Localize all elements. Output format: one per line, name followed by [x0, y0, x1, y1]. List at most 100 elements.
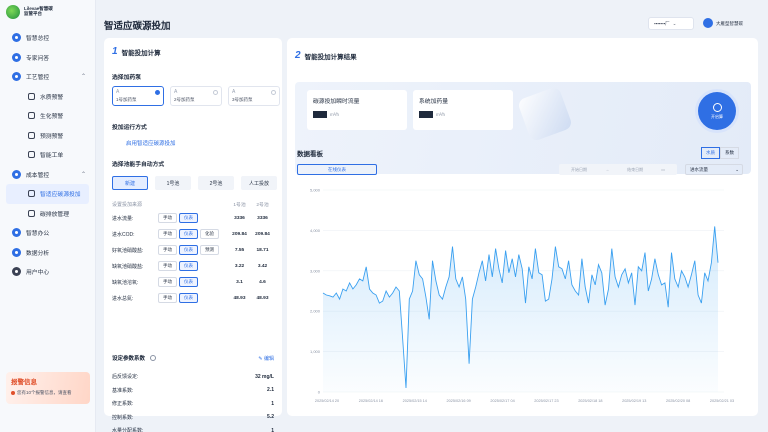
sidebar-subitem-3[interactable]: 水质预警: [6, 87, 89, 107]
row-value-pool1: 48.93: [233, 295, 246, 301]
y-tick-label: 4,000: [310, 228, 321, 233]
sidebar-subitem-5[interactable]: 预测预警: [6, 126, 89, 146]
source-toggle-button[interactable]: 仪表: [179, 245, 198, 255]
tab-pool-1[interactable]: 1号池: [155, 176, 191, 190]
x-tick-label: 2025/02/17 23: [534, 399, 558, 403]
alarm-card[interactable]: 报警信息 您有10个报警信息，请查看: [6, 372, 90, 404]
x-tick-label: 2025/02/21 03: [710, 399, 734, 403]
tab-coefficient[interactable]: 系数: [720, 147, 739, 159]
brand-subtitle: 监管平台: [24, 11, 42, 16]
alarm-message[interactable]: 您有10个报警信息，请查看: [17, 390, 72, 396]
y-tick-label: 2,000: [310, 309, 321, 314]
sidebar-subitem-6[interactable]: 智能工单: [6, 145, 89, 165]
flow-chart: 5,000 4,000 3,000 2,000 1,000 0 2025/02/14 20 2…: [310, 188, 734, 404]
source-toggle-button[interactable]: 手动: [158, 261, 177, 271]
subnav-icon: [28, 151, 35, 159]
run-mode-link[interactable]: 启用智适应碳源投加: [126, 139, 176, 147]
edit-button[interactable]: ✎ 编辑: [258, 355, 274, 362]
source-toggle-button[interactable]: 仪表: [179, 293, 198, 303]
param-value: 32 mg/L: [255, 373, 274, 380]
dose-pump-card[interactable]: A 3号加药泵: [228, 86, 280, 106]
date-separator: →: [605, 167, 610, 172]
chevron-up-icon[interactable]: ⌃: [81, 73, 89, 80]
result-panel: 2 智能投加计算结果 碳源投加瞬时流量 m³/h 系统加药量 m³/h 开启算 …: [287, 38, 758, 416]
source-toggle-button[interactable]: 仪表: [179, 213, 198, 223]
source-toggle-group: 手动 仪表 预测: [158, 245, 228, 255]
subnav-icon: [28, 190, 35, 198]
nav-icon: [12, 228, 21, 238]
sidebar-item-7[interactable]: 成本管控 ⌃: [6, 165, 89, 185]
row-name: 好氧池硝酸盐:: [112, 247, 144, 254]
row-name: 缺氧池溶氧:: [112, 279, 139, 286]
tab-pool-0[interactable]: 新建: [112, 176, 148, 190]
sidebar-subitem-8[interactable]: 智适应碳源投加: [6, 184, 89, 204]
source-toggle-group: 手动 仪表: [158, 277, 228, 287]
start-calc-label: 开启算: [711, 113, 723, 119]
sidebar-item-1[interactable]: 专家问答: [6, 48, 89, 68]
table-row: 缺氧池硝酸盐: 手动 仪表 3.22 3.42: [112, 258, 274, 274]
avatar[interactable]: [703, 18, 713, 28]
param-value: 5.2: [267, 414, 274, 421]
sidebar: Lilevae智慧碳 监管平台 智慧总控 专家问答 工艺管控 ⌃ 水质预警 生化预警 预测预…: [0, 0, 96, 432]
date-range-picker[interactable]: 开始日期 → 结束日期 ▭: [559, 164, 677, 175]
source-toggle-button[interactable]: 化验: [200, 229, 219, 239]
board-tabs: 水质 系数: [701, 147, 739, 159]
param-name: 后反馈设定:: [112, 374, 139, 381]
info-icon[interactable]: [150, 355, 157, 361]
chevron-up-icon[interactable]: ⌃: [81, 171, 89, 178]
source-toggle-button[interactable]: 预测: [200, 245, 219, 255]
source-toggle-group: 手动 仪表: [158, 293, 228, 303]
sidebar-subitem-9[interactable]: 碳排放管理: [6, 204, 89, 224]
sidebar-item-10[interactable]: 智慧办公: [6, 223, 89, 243]
sidebar-item-0[interactable]: 智慧总控: [6, 28, 89, 48]
param-name: 修正系数:: [112, 401, 134, 408]
dose-pump-card[interactable]: A 1号加药泵: [112, 86, 164, 106]
kpi-dose-value-masked: [419, 111, 433, 118]
source-toggle-button[interactable]: 手动: [158, 213, 177, 223]
series-area: [323, 226, 718, 392]
source-toggle-button[interactable]: 仪表: [179, 229, 198, 239]
source-toggle-button[interactable]: 手动: [158, 229, 177, 239]
subnav-icon: [28, 131, 35, 139]
y-tick-label: 5,000: [310, 188, 321, 193]
sidebar-subitem-4[interactable]: 生化预警: [6, 106, 89, 126]
radio-button[interactable]: [155, 90, 160, 95]
row-value-pool2: 18.71: [256, 247, 269, 253]
dose-pump-card[interactable]: A 2号加药泵: [170, 86, 222, 106]
brand-logo-icon: [6, 5, 20, 19]
metric-select[interactable]: 进水流量 ⌄: [685, 164, 743, 175]
row-name: 进水总氮:: [112, 295, 134, 302]
row-value-pool1: 209.84: [232, 231, 247, 237]
kpi-banner: 碳源投加瞬时流量 m³/h 系统加药量 m³/h 开启算: [295, 82, 751, 174]
brand: Lilevae智慧碳 监管平台: [0, 0, 95, 24]
tab-water-quality[interactable]: 水质: [701, 147, 720, 159]
source-toggle-button[interactable]: 仪表: [179, 277, 198, 287]
plant-select[interactable]: ▪▪▪▪▪▪▪厂 ⌄: [648, 17, 694, 30]
source-toggle-button[interactable]: 手动: [158, 277, 177, 287]
radio-button[interactable]: [213, 90, 218, 95]
user-name[interactable]: 大雁型智慧碳: [716, 21, 743, 27]
chevron-down-icon: ⌄: [672, 20, 677, 26]
kpi-flow: 碳源投加瞬时流量 m³/h: [307, 90, 407, 130]
table-row: 进水流量: 手动 仪表 3336 3336: [112, 210, 274, 226]
nav-icon: [12, 169, 21, 179]
params-header: 设定参数系数 ✎ 编辑: [112, 354, 274, 362]
x-tick-label: 2025/02/14 16: [359, 399, 383, 403]
sidebar-item-label: 智能工单: [40, 153, 64, 160]
sidebar-item-11[interactable]: 数据分析: [6, 243, 89, 263]
online-meter-button[interactable]: 在线仪表: [297, 164, 377, 175]
source-toggle-button[interactable]: 仪表: [179, 261, 198, 271]
start-calc-button[interactable]: 开启算: [698, 92, 736, 130]
source-toggle-button[interactable]: 手动: [158, 245, 177, 255]
tab-pool-2[interactable]: 2号池: [198, 176, 234, 190]
radio-button[interactable]: [271, 90, 276, 95]
source-toggle-button[interactable]: 手动: [158, 293, 177, 303]
page-title: 智适应碳源投加: [104, 21, 171, 32]
sidebar-item-2[interactable]: 工艺管控 ⌃: [6, 67, 89, 87]
param-row: 后反馈设定: 32 mg/L: [112, 370, 274, 384]
tab-pool-3[interactable]: 人工投放: [241, 176, 277, 190]
sidebar-item-label: 用户中心: [26, 270, 50, 277]
date-end: 结束日期: [627, 166, 644, 172]
sidebar-item-12[interactable]: 用户中心: [6, 262, 89, 282]
alarm-dot-icon: [11, 391, 15, 395]
